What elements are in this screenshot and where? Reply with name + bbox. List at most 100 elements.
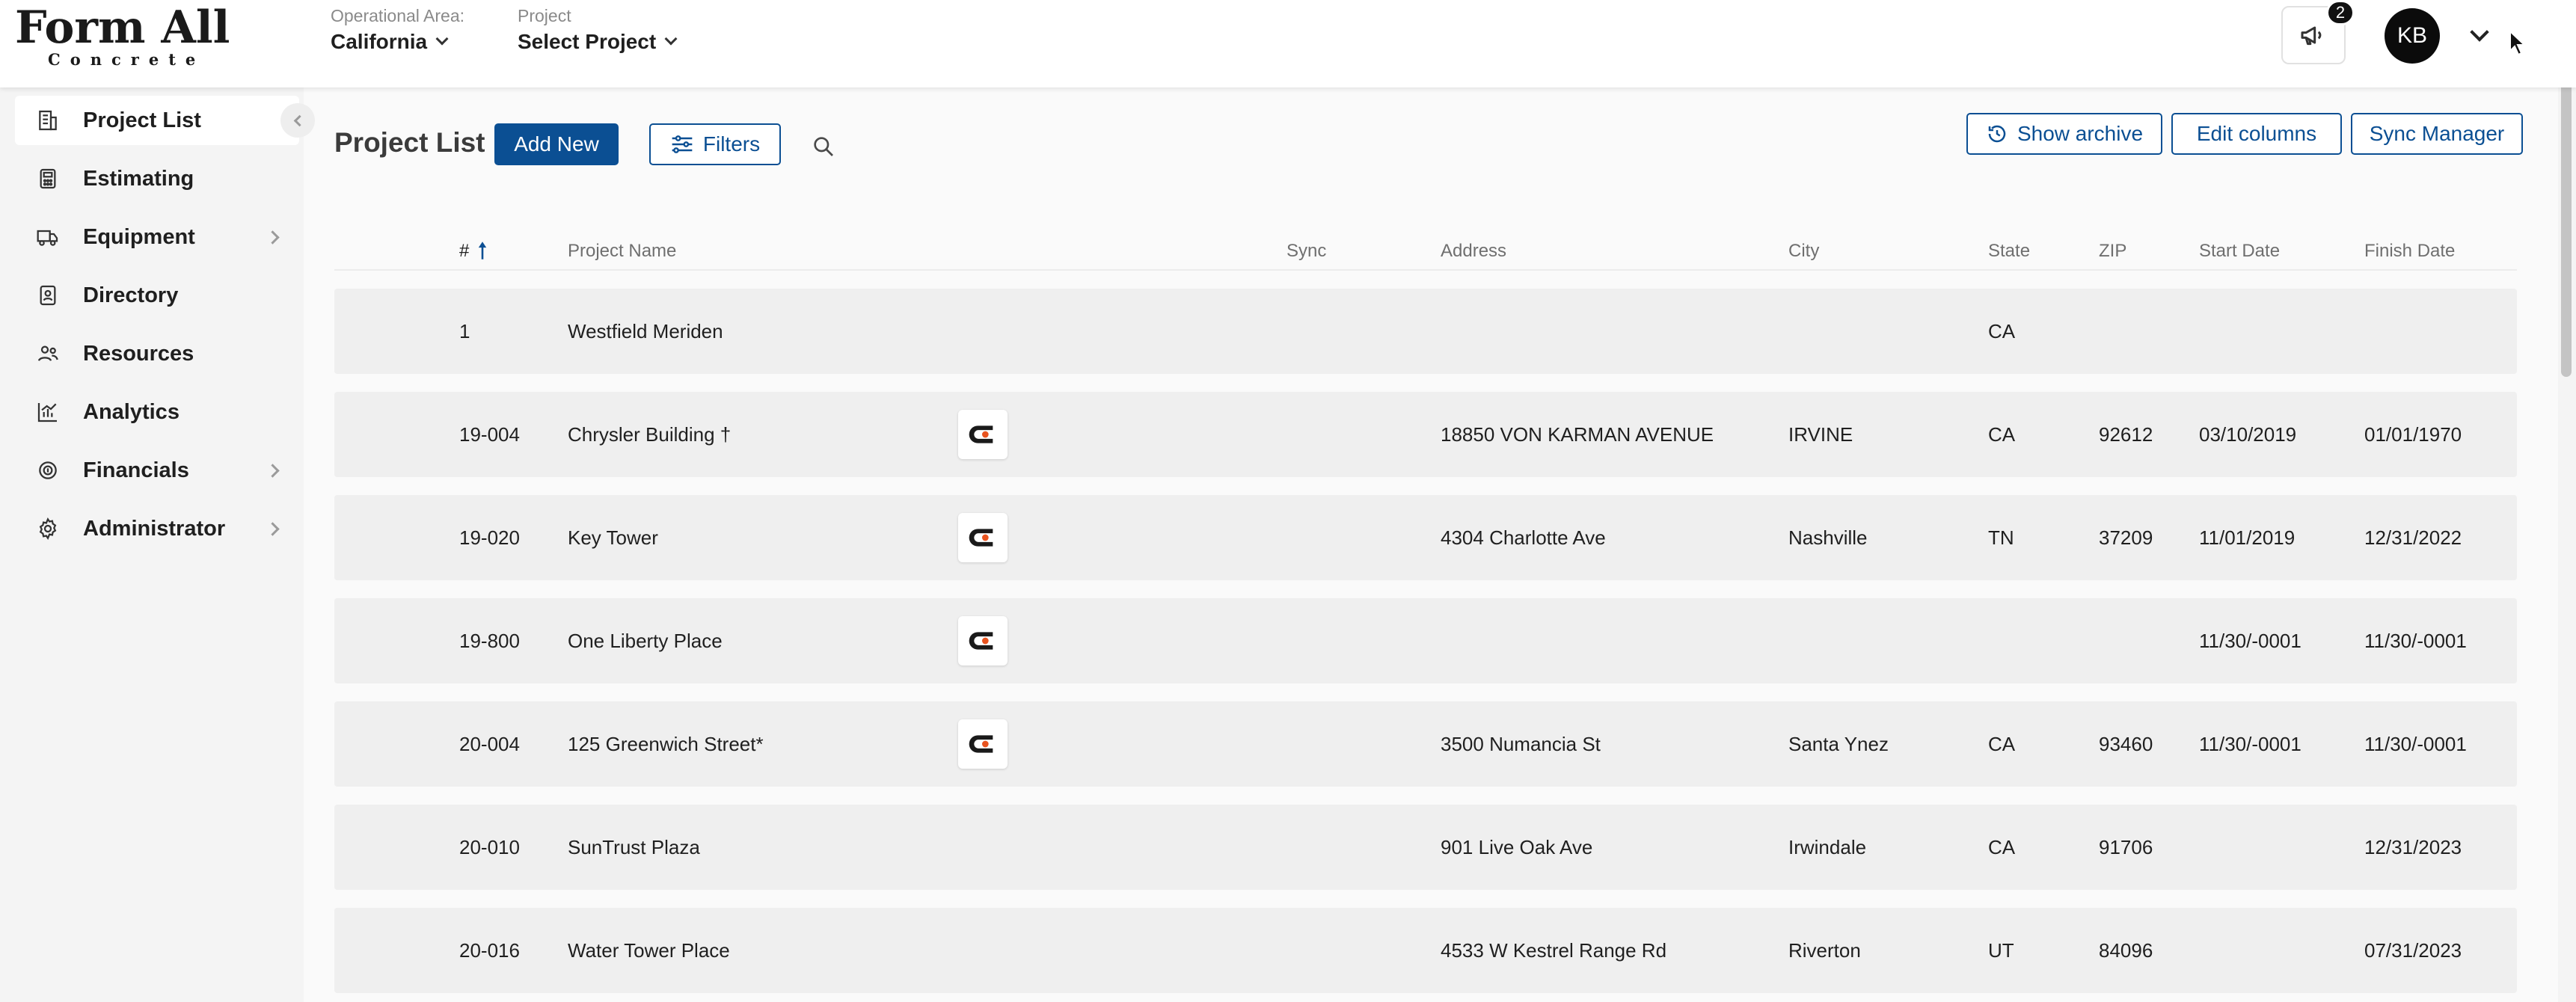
sort-ascending-icon [478, 242, 487, 259]
sidebar-item-label: Resources [83, 341, 194, 366]
cell-finish-date: 12/31/2023 [2364, 836, 2462, 858]
top-header: Form All Concrete Operational Area: Cali… [0, 0, 2576, 87]
column-header-label: # [459, 241, 470, 261]
chevron-left-icon [293, 114, 306, 126]
chevron-right-icon [266, 230, 280, 245]
sidebar-item-analytics[interactable]: Analytics [15, 387, 314, 437]
column-header-city[interactable]: City [1788, 241, 1819, 262]
sidebar-item-project-list[interactable]: Project List [15, 96, 299, 145]
column-header-finish-date[interactable]: Finish Date [2364, 241, 2455, 262]
cell-zip: 91706 [2099, 836, 2153, 858]
sidebar-item-equipment[interactable]: Equipment [15, 212, 314, 262]
chevron-right-icon [266, 521, 280, 536]
operational-area-label: Operational Area: [331, 6, 465, 25]
cell-zip: 92612 [2099, 423, 2153, 446]
search-icon[interactable] [812, 135, 835, 159]
cell-address: 3500 Numancia St [1441, 733, 1601, 755]
cell-project-number: 20-016 [459, 939, 520, 962]
sidebar-item-resources[interactable]: Resources [15, 329, 314, 378]
coins-icon [39, 461, 57, 479]
filters-label: Filters [702, 132, 761, 156]
notification-count-badge: 2 [2326, 0, 2355, 25]
cell-zip: 93460 [2099, 733, 2153, 755]
cell-finish-date: 07/31/2023 [2364, 939, 2462, 962]
cell-start-date: 11/30/-0001 [2199, 630, 2301, 652]
collapse-sidebar-button[interactable] [280, 103, 315, 138]
cell-project-name: Westfield Meriden [568, 320, 723, 342]
cell-finish-date: 12/31/2022 [2364, 526, 2462, 549]
sidebar-item-administrator[interactable]: Administrator [15, 504, 314, 553]
add-new-button[interactable]: Add New [494, 123, 619, 165]
cell-project-name: Water Tower Place [568, 939, 730, 962]
cell-zip: 84096 [2099, 939, 2153, 962]
table-row[interactable]: 19-020 Key Tower 4304 Charlotte Ave Nashvil… [334, 495, 2517, 580]
cell-project-number: 19-020 [459, 526, 520, 549]
cell-city: Santa Ynez [1788, 733, 1889, 755]
column-header-number[interactable]: # [459, 241, 488, 262]
operational-area-select[interactable]: Operational Area: California [331, 4, 464, 57]
filters-button[interactable]: Filters [649, 123, 781, 165]
sidebar-item-label: Administrator [83, 516, 226, 541]
logo-wordmark: Form All [15, 1, 230, 54]
cell-city: Nashville [1788, 526, 1868, 549]
cell-city: Irwindale [1788, 836, 1867, 858]
cell-finish-date: 11/30/-0001 [2364, 630, 2467, 652]
logo-subtitle: Concrete [48, 50, 206, 69]
mouse-cursor-icon [2509, 30, 2527, 56]
sidebar-item-label: Analytics [83, 399, 180, 424]
project-text: Select Project [518, 30, 657, 53]
cell-address: 4533 W Kestrel Range Rd [1441, 939, 1667, 962]
cell-city: Riverton [1788, 939, 1861, 962]
operational-area-value[interactable]: California [331, 27, 464, 57]
chevron-right-icon [266, 463, 280, 478]
show-archive-button[interactable]: Show archive [1966, 113, 2162, 155]
project-select[interactable]: Project Select Project [518, 4, 678, 57]
truck-icon [37, 230, 58, 246]
sidebar-item-estimating[interactable]: Estimating [15, 154, 314, 203]
cell-city: IRVINE [1788, 423, 1853, 446]
sidebar-item-financials[interactable]: Financials [15, 446, 314, 495]
user-menu-chevron-icon[interactable] [2470, 22, 2489, 42]
form-all-logo[interactable]: Form All Concrete [15, 1, 230, 69]
table-row[interactable]: 19-800 One Liberty Place 11/30/-0001 11/30/… [334, 598, 2517, 683]
column-header-address[interactable]: Address [1441, 241, 1506, 262]
edit-columns-button[interactable]: Edit columns [2171, 113, 2342, 155]
table-row[interactable]: 20-004 125 Greenwich Street* 3500 Numancia… [334, 701, 2517, 787]
table-header-divider [334, 269, 2517, 271]
column-header-sync[interactable]: Sync [1287, 241, 1326, 262]
cell-project-name: Key Tower [568, 526, 658, 549]
table-row[interactable]: 20-010 SunTrust Plaza 901 Live Oak Ave Irwi… [334, 805, 2517, 890]
cell-project-name: One Liberty Place [568, 630, 723, 652]
user-avatar[interactable]: KB [2385, 8, 2440, 64]
building-icon [39, 110, 57, 131]
cell-finish-date: 11/30/-0001 [2364, 733, 2467, 755]
cell-project-name: 125 Greenwich Street* [568, 733, 764, 755]
sidebar-item-label: Financials [83, 458, 189, 482]
sidebar-item-directory[interactable]: Directory [15, 271, 314, 320]
gear-icon [39, 517, 57, 541]
sync-manager-button[interactable]: Sync Manager [2351, 113, 2523, 155]
sidebar-item-label: Estimating [83, 166, 194, 191]
cell-address: 18850 VON KARMAN AVENUE [1441, 423, 1714, 446]
cell-state: CA [1988, 733, 2016, 755]
table-row[interactable]: 20-016 Water Tower Place 4533 W Kestrel Ra… [334, 908, 2517, 993]
cell-start-date: 11/01/2019 [2199, 526, 2296, 549]
sync-integration-logo-icon[interactable] [958, 513, 1008, 562]
sidebar-item-label: Equipment [83, 224, 195, 249]
sidebar-item-label: Directory [83, 283, 179, 307]
column-header-start-date[interactable]: Start Date [2199, 241, 2280, 262]
column-header-zip[interactable]: ZIP [2099, 241, 2126, 262]
column-header-project-name[interactable]: Project Name [568, 241, 676, 262]
project-value[interactable]: Select Project [518, 27, 678, 57]
page-title: Project List [334, 127, 485, 158]
table-row[interactable]: 19-004 Chrysler Building † 18850 VON KARMA… [334, 392, 2517, 477]
table-row[interactable]: 1 Westfield Meriden CA [334, 289, 2517, 374]
sync-integration-logo-icon[interactable] [958, 719, 1008, 769]
cell-state: CA [1988, 423, 2016, 446]
megaphone-icon [2301, 26, 2322, 46]
calculator-icon [40, 168, 56, 189]
sync-integration-logo-icon[interactable] [958, 410, 1008, 459]
column-header-state[interactable]: State [1988, 241, 2030, 262]
sync-integration-logo-icon[interactable] [958, 616, 1008, 666]
operational-area-text: California [331, 30, 428, 53]
